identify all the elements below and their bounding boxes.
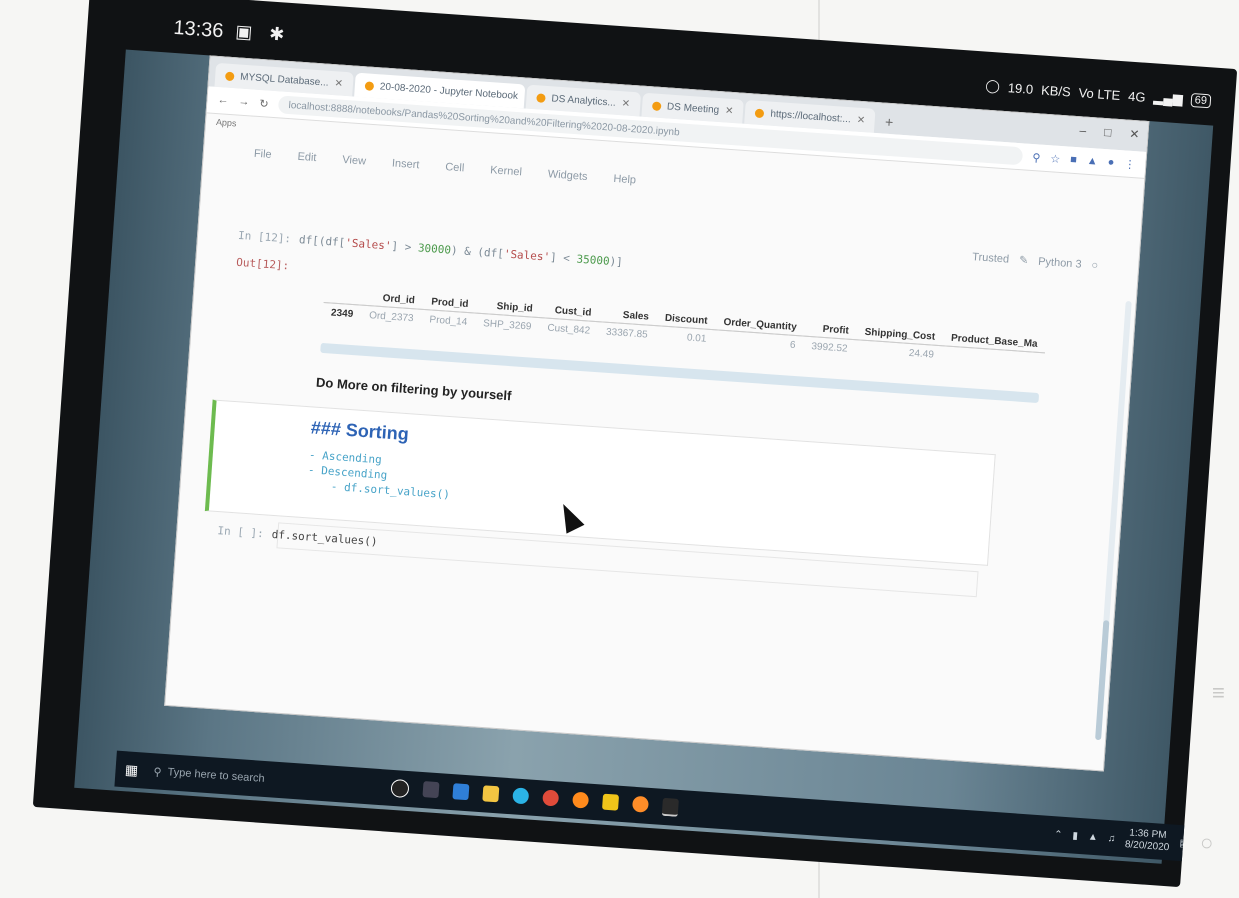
net-speed: 19.0 bbox=[1007, 79, 1034, 97]
terminal-icon[interactable] bbox=[661, 797, 679, 817]
folder-icon[interactable] bbox=[601, 793, 620, 811]
cortana-icon[interactable] bbox=[390, 778, 410, 799]
file-explorer-icon[interactable] bbox=[482, 785, 500, 803]
minimize-button[interactable]: – bbox=[1079, 123, 1087, 137]
table-cell: Prod_14 bbox=[429, 314, 468, 328]
tab-favicon-icon bbox=[536, 92, 546, 103]
back-icon[interactable]: ← bbox=[217, 94, 229, 107]
chrome-icon[interactable] bbox=[542, 789, 560, 807]
code-line[interactable]: df[(df['Sales'] > 30000) & (df['Sales'] … bbox=[299, 233, 624, 269]
tab-favicon-icon bbox=[364, 80, 375, 91]
battery-icon: 69 bbox=[1190, 92, 1212, 109]
star-icon[interactable]: ☆ bbox=[1050, 152, 1061, 166]
kernel-indicator: Trusted ✎ Python 3 ○ bbox=[972, 250, 1099, 272]
close-tab-icon[interactable]: ✕ bbox=[725, 105, 734, 117]
extension-icon[interactable]: ■ bbox=[1070, 153, 1077, 166]
menu-kernel[interactable]: Kernel bbox=[490, 164, 523, 178]
code-cell-12[interactable]: In [12]: df[(df['Sales'] > 30000) & (df[… bbox=[238, 229, 624, 269]
in-prompt: In [ ]: bbox=[217, 524, 265, 541]
side-menu-icon: ≡ bbox=[1212, 680, 1225, 705]
status-right-group: ◯ 19.0 KB/S Vo LTE 4G ▂▄▆ 69 bbox=[985, 78, 1212, 110]
volume-tray-icon[interactable]: ♫ bbox=[1107, 832, 1115, 843]
markdown-list: - Ascending - Descending - df.sort_value… bbox=[306, 447, 452, 502]
pencil-icon[interactable]: ✎ bbox=[1019, 253, 1029, 267]
menu-edit[interactable]: Edit bbox=[297, 151, 317, 164]
signal-bars-icon: ▂▄▆ bbox=[1153, 89, 1184, 107]
close-tab-icon[interactable]: ✕ bbox=[524, 91, 526, 103]
store-icon[interactable] bbox=[452, 783, 470, 801]
menu-file[interactable]: File bbox=[253, 148, 272, 161]
maximize-button[interactable]: □ bbox=[1104, 125, 1112, 139]
menu-insert[interactable]: Insert bbox=[392, 157, 420, 171]
tab-favicon-icon bbox=[651, 100, 662, 111]
table-cell: 0.01 bbox=[686, 332, 707, 345]
jupyter-icon[interactable] bbox=[631, 795, 650, 813]
search-icon[interactable]: ⚲ bbox=[1032, 151, 1041, 165]
bookmark-apps[interactable]: Apps bbox=[216, 117, 237, 128]
tab-favicon-icon bbox=[755, 108, 765, 118]
close-tab-icon[interactable]: ✕ bbox=[621, 98, 630, 110]
menu-dots-icon[interactable]: ⋮ bbox=[1124, 157, 1136, 171]
forward-icon[interactable]: → bbox=[238, 96, 250, 109]
menu-widgets[interactable]: Widgets bbox=[547, 168, 587, 183]
firefox-icon[interactable] bbox=[572, 791, 590, 809]
table-cell: 3992.52 bbox=[811, 341, 848, 355]
task-view-icon[interactable] bbox=[422, 781, 440, 799]
battery-tray-icon[interactable]: ▮ bbox=[1072, 830, 1078, 841]
network-tray-icon[interactable]: ▲ bbox=[1088, 831, 1099, 843]
search-placeholder: Type here to search bbox=[167, 766, 266, 785]
trusted-label[interactable]: Trusted bbox=[972, 251, 1010, 266]
profile-icon[interactable]: ● bbox=[1107, 156, 1114, 169]
desktop-wallpaper: MYSQL Database... ✕ 20-08-2020 - Jupyter … bbox=[74, 49, 1214, 864]
tray-chevron-icon[interactable]: ⌃ bbox=[1054, 829, 1063, 841]
menu-help[interactable]: Help bbox=[613, 173, 636, 187]
out-prompt: Out[12]: bbox=[235, 255, 290, 273]
menu-cell[interactable]: Cell bbox=[445, 161, 465, 174]
taskbar-apps bbox=[390, 778, 679, 817]
data-saver-icon: ◯ bbox=[984, 77, 1001, 94]
net-unit: KB/S bbox=[1040, 82, 1072, 100]
table-cell: Ord_2373 bbox=[368, 310, 414, 325]
window-controls: – □ ✕ bbox=[1079, 123, 1140, 141]
markdown-text: Do More on filtering by yourself bbox=[315, 374, 512, 404]
status-time: 13:36 bbox=[172, 16, 225, 43]
side-circle-icon: ○ bbox=[1200, 830, 1214, 855]
edge-icon[interactable] bbox=[512, 787, 530, 805]
markdown-heading: ### Sorting bbox=[310, 417, 410, 445]
vertical-scrollbar-thumb[interactable] bbox=[1095, 620, 1110, 741]
reload-icon[interactable]: ↻ bbox=[259, 97, 269, 111]
browser-window: MYSQL Database... ✕ 20-08-2020 - Jupyter … bbox=[164, 55, 1150, 772]
close-tab-icon[interactable]: ✕ bbox=[856, 114, 865, 126]
windows-start-icon[interactable]: ▦ bbox=[115, 760, 148, 779]
tab-favicon-icon bbox=[224, 71, 235, 81]
tray-clock[interactable]: 1:36 PM 8/20/2020 bbox=[1124, 827, 1170, 854]
table-cell: 33367.85 bbox=[605, 326, 649, 341]
system-tray: ⌃ ▮ ▲ ♫ 1:36 PM 8/20/2020 ▤ bbox=[1053, 822, 1204, 856]
new-tab-button[interactable]: + bbox=[876, 113, 902, 135]
notebook-area: In [12]: df[(df['Sales'] > 30000) & (df[… bbox=[204, 229, 1057, 745]
out-prompt-wrap: Out[12]: bbox=[236, 253, 290, 275]
menu-view[interactable]: View bbox=[342, 154, 366, 168]
search-icon: ⚲ bbox=[153, 765, 163, 779]
table-cell: Cust_842 bbox=[546, 322, 591, 337]
table-cell: SHP_3269 bbox=[482, 318, 532, 333]
puzzle-icon[interactable]: ▲ bbox=[1086, 154, 1099, 168]
table-cell: 2349 bbox=[330, 307, 354, 321]
tray-date: 8/20/2020 bbox=[1124, 839, 1170, 854]
taskbar-search[interactable]: ⚲ Type here to search bbox=[147, 764, 373, 793]
in-prompt: In [12]: bbox=[237, 228, 292, 246]
signal-label: 4G bbox=[1127, 88, 1147, 105]
phone-screenshot: 13:36 ▣ ✱ ◯ 19.0 KB/S Vo LTE 4G ▂▄▆ 69 M… bbox=[32, 0, 1238, 888]
volte-label: Vo LTE bbox=[1078, 84, 1121, 103]
extension-icons: ⚲ ☆ ■ ▲ ● ⋮ bbox=[1032, 151, 1136, 171]
kernel-status-icon: ○ bbox=[1091, 258, 1099, 272]
close-window-button[interactable]: ✕ bbox=[1129, 127, 1140, 142]
status-notification-icons: ▣ ✱ bbox=[234, 21, 292, 45]
close-tab-icon[interactable]: ✕ bbox=[334, 78, 343, 90]
kernel-name: Python 3 bbox=[1037, 255, 1082, 271]
